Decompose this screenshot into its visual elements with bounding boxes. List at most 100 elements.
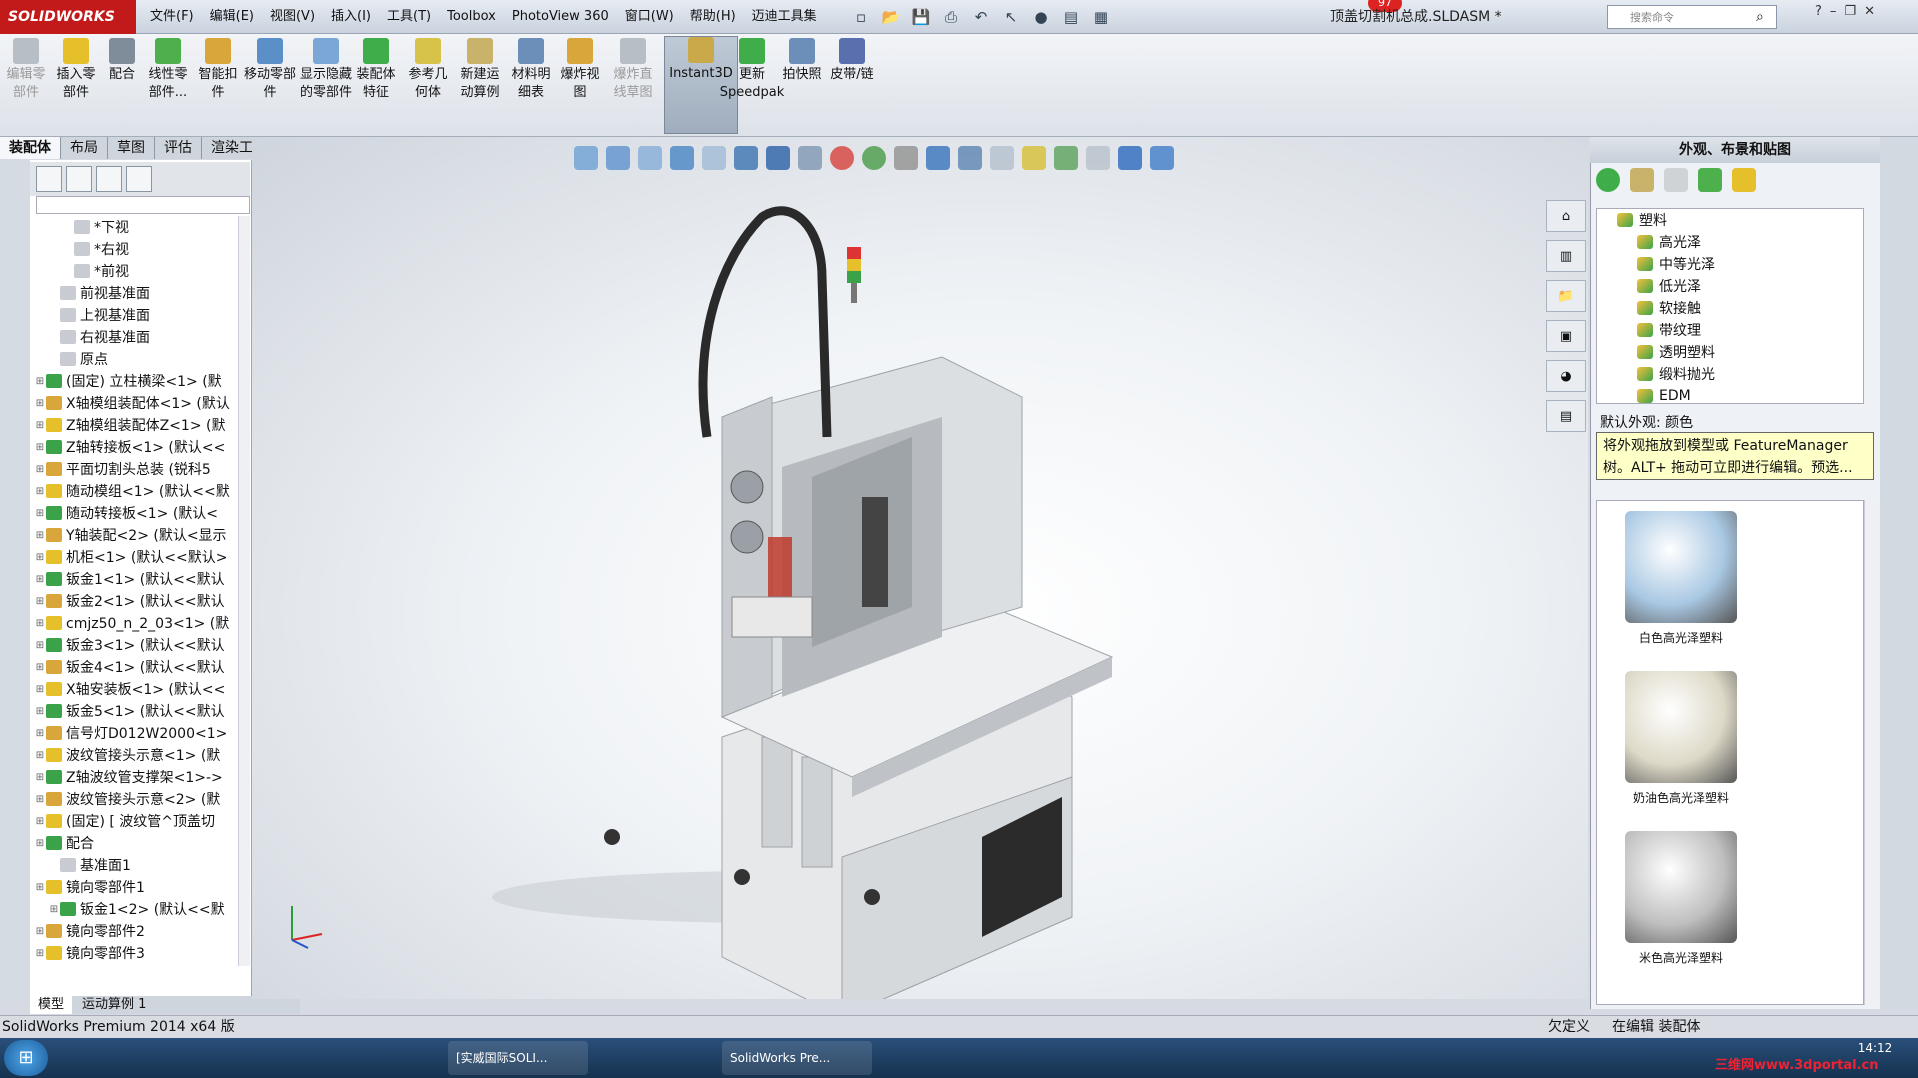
command-button[interactable]: 插入零部件 xyxy=(52,38,100,102)
tree-row[interactable]: ⊞ 钣金5<1> (默认<<默认 xyxy=(34,700,244,722)
tree-row[interactable]: ⊞ 钣金4<1> (默认<<默认 xyxy=(34,656,244,678)
feature-manager-tab-icon[interactable] xyxy=(36,166,62,192)
menu-item[interactable]: 视图(V) xyxy=(262,0,323,34)
command-button[interactable]: 线性零部件... xyxy=(144,38,192,102)
expand-icon[interactable]: ⊞ xyxy=(34,596,46,607)
tree-row[interactable]: 右视基准面 xyxy=(34,326,244,348)
custom-properties-icon[interactable]: ▤ xyxy=(1546,400,1586,432)
appearance-tree-row[interactable]: 缎料抛光 xyxy=(1597,363,1863,385)
appearance-swatch[interactable]: 米色高光泽塑料 xyxy=(1611,831,1751,966)
expand-icon[interactable]: ⊞ xyxy=(34,420,46,431)
tree-row[interactable]: ⊞ X轴安装板<1> (默认<< xyxy=(34,678,244,700)
expand-icon[interactable]: ⊞ xyxy=(34,574,46,585)
configuration-manager-tab-icon[interactable] xyxy=(96,166,122,192)
tree-row[interactable]: 上视基准面 xyxy=(34,304,244,326)
expand-icon[interactable]: ⊞ xyxy=(34,926,46,937)
menu-item[interactable]: 窗口(W) xyxy=(617,0,682,34)
wireframe-cube-icon[interactable] xyxy=(1086,146,1110,170)
command-button[interactable]: 装配体特征 xyxy=(352,38,400,102)
add-appearance-icon[interactable] xyxy=(1596,168,1620,192)
tree-row[interactable]: ⊞ Z轴波纹管支撑架<1>-> xyxy=(34,766,244,788)
menu-item[interactable]: 文件(F) xyxy=(142,0,202,34)
appearances-icon[interactable]: ◕ xyxy=(1546,360,1586,392)
command-search-input[interactable]: 搜索命令 ⌕ xyxy=(1607,5,1777,29)
expand-icon[interactable]: ⊞ xyxy=(34,398,46,409)
view-palette-icon[interactable]: ▣ xyxy=(1546,320,1586,352)
tree-row[interactable]: ⊞ 钣金2<1> (默认<<默认 xyxy=(34,590,244,612)
tree-row[interactable]: ⊞ 镜向零部件3 xyxy=(34,942,244,964)
command-button[interactable]: 爆炸直线草图 xyxy=(608,38,658,102)
expand-icon[interactable]: ⊞ xyxy=(34,684,46,695)
plane-icon[interactable] xyxy=(990,146,1014,170)
bottom-tab[interactable]: 运动算例 1 xyxy=(74,996,154,1014)
solidworks-logo[interactable]: SOLIDWORKS xyxy=(0,0,136,34)
isometric-cube-icon[interactable] xyxy=(926,146,950,170)
command-button[interactable]: 新建运动算例 xyxy=(456,38,504,102)
expand-icon[interactable]: ⊞ xyxy=(34,530,46,541)
taskbar-app-browser[interactable]: [实威国际SOLI... xyxy=(448,1041,588,1075)
view-settings-icon[interactable] xyxy=(894,146,918,170)
graphics-area[interactable] xyxy=(252,137,1588,1018)
tree-row[interactable]: *前视 xyxy=(34,260,244,282)
taskbar-app-solidworks[interactable]: SolidWorks Pre... xyxy=(722,1041,872,1075)
command-button[interactable]: 参考几何体 xyxy=(404,38,452,102)
display-manager-tab-icon[interactable] xyxy=(126,166,152,192)
expand-icon[interactable]: ⊞ xyxy=(34,816,46,827)
expand-icon[interactable]: ⊞ xyxy=(34,376,46,387)
appearance-swatch[interactable]: 奶油色高光泽塑料 xyxy=(1611,671,1751,806)
menu-item[interactable]: 编辑(E) xyxy=(202,0,262,34)
tree-row[interactable]: ⊞ (固定) [ 波纹管^顶盖切 xyxy=(34,810,244,832)
command-button[interactable]: 配合 xyxy=(104,38,140,84)
tree-row[interactable]: ⊞ 钣金1<1> (默认<<默认 xyxy=(34,568,244,590)
zoom-to-fit-icon[interactable] xyxy=(574,146,598,170)
open-folder-icon[interactable] xyxy=(1732,168,1756,192)
tree-row[interactable]: *下视 xyxy=(34,216,244,238)
tree-row[interactable]: ⊞ X轴模组装配体<1> (默认 xyxy=(34,392,244,414)
menu-item[interactable]: 帮助(H) xyxy=(682,0,744,34)
print-icon[interactable]: ⎙ xyxy=(938,4,964,30)
tree-filter-input[interactable] xyxy=(36,196,250,214)
tree-row[interactable]: ⊞ 钣金3<1> (默认<<默认 xyxy=(34,634,244,656)
zoom-to-area-icon[interactable] xyxy=(606,146,630,170)
expand-icon[interactable]: ⊞ xyxy=(34,486,46,497)
sketch-line-icon[interactable] xyxy=(1022,146,1046,170)
help-icon[interactable]: ? xyxy=(1815,4,1822,19)
expand-icon[interactable]: ⊞ xyxy=(34,552,46,563)
command-tab[interactable]: 装配体 xyxy=(0,137,61,159)
minimize-icon[interactable]: – xyxy=(1830,4,1837,19)
appearance-swatch[interactable]: 白色高光泽塑料 xyxy=(1611,511,1751,646)
tree-row[interactable]: ⊞ cmjz50_n_2_03<1> (默 xyxy=(34,612,244,634)
normal-to-icon[interactable] xyxy=(958,146,982,170)
appearance-tree-row[interactable]: 软接触 xyxy=(1597,297,1863,319)
tree-row[interactable]: 前视基准面 xyxy=(34,282,244,304)
bottom-tab[interactable]: 模型 xyxy=(30,996,73,1014)
tree-row[interactable]: ⊞ 信号灯D012W2000<1> xyxy=(34,722,244,744)
design-library-icon[interactable]: ▥ xyxy=(1546,240,1586,272)
start-button[interactable]: ⊞ xyxy=(4,1040,48,1076)
command-button[interactable]: 爆炸视图 xyxy=(558,38,602,102)
expand-icon[interactable]: ⊞ xyxy=(34,794,46,805)
measure-icon[interactable] xyxy=(1054,146,1078,170)
tree-scrollbar[interactable] xyxy=(238,216,250,966)
hide-show-items-icon[interactable] xyxy=(798,146,822,170)
tree-row[interactable]: ⊞ Z轴模组装配体Z<1> (默 xyxy=(34,414,244,436)
expand-icon[interactable]: ⊞ xyxy=(34,442,46,453)
menu-item[interactable]: Toolbox xyxy=(439,0,504,34)
shaded-cube-icon[interactable] xyxy=(1118,146,1142,170)
tree-row[interactable]: ⊞ 镜向零部件2 xyxy=(34,920,244,942)
menu-item[interactable]: PhotoView 360 xyxy=(504,0,617,34)
command-button[interactable]: 显示隐藏的零部件 xyxy=(300,38,352,102)
tree-row[interactable]: ⊞ 平面切割头总装 (锐科5 xyxy=(34,458,244,480)
options-icon[interactable]: ▦ xyxy=(1088,4,1114,30)
tree-row[interactable]: ⊞ 钣金1<2> (默认<<默 xyxy=(34,898,244,920)
appearance-tree-row[interactable]: 中等光泽 xyxy=(1597,253,1863,275)
undo-icon[interactable]: ↶ xyxy=(968,4,994,30)
select-cursor-icon[interactable]: ↖ xyxy=(998,4,1024,30)
dynamic-annotation-icon[interactable] xyxy=(702,146,726,170)
command-tab[interactable]: 草图 xyxy=(108,137,155,159)
tree-row[interactable]: ⊞ 波纹管接头示意<2> (默 xyxy=(34,788,244,810)
display-style-icon[interactable] xyxy=(766,146,790,170)
command-button[interactable]: 皮带/链 xyxy=(828,38,876,84)
command-button[interactable]: 移动零部件 xyxy=(244,38,296,102)
new-file-icon[interactable]: ▫ xyxy=(848,4,874,30)
